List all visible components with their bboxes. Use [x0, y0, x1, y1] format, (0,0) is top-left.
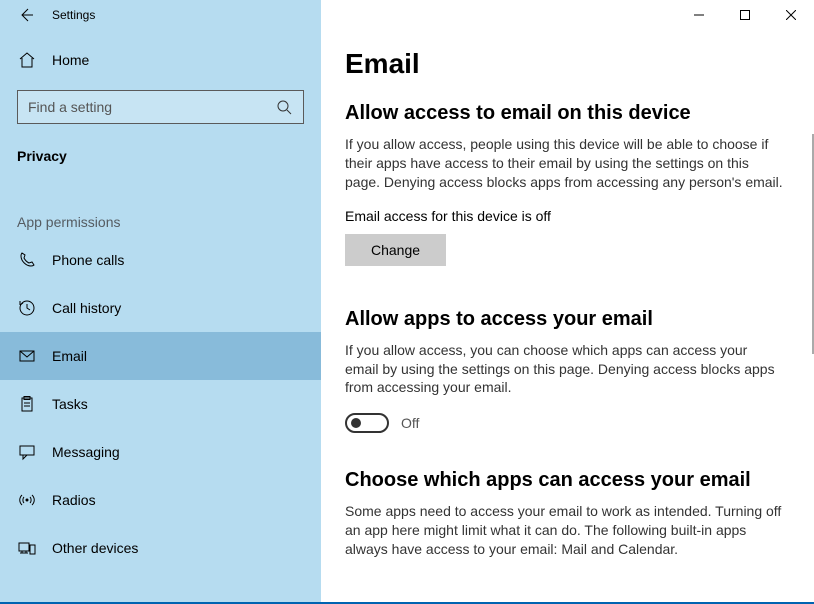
- devices-icon: [18, 539, 36, 557]
- window-title: Settings: [52, 8, 95, 22]
- radio-icon: [18, 491, 36, 509]
- sidebar-item-phone-calls[interactable]: Phone calls: [0, 236, 321, 284]
- search-input[interactable]: [28, 99, 275, 115]
- sidebar-item-tasks[interactable]: Tasks: [0, 380, 321, 428]
- sidebar-category[interactable]: Privacy: [0, 134, 321, 172]
- sidebar-section-label: App permissions: [0, 172, 321, 236]
- change-button[interactable]: Change: [345, 234, 446, 266]
- mail-icon: [18, 347, 36, 365]
- message-icon: [18, 443, 36, 461]
- section2-desc: If you allow access, you can choose whic…: [345, 341, 784, 398]
- sidebar-item-label: Other devices: [52, 540, 138, 556]
- history-icon: [18, 299, 36, 317]
- device-access-status: Email access for this device is off: [345, 208, 784, 224]
- sidebar-item-label: Radios: [52, 492, 96, 508]
- content-pane: Email Allow access to email on this devi…: [321, 30, 814, 602]
- close-button[interactable]: [768, 0, 814, 30]
- section3-desc: Some apps need to access your email to w…: [345, 502, 784, 559]
- sidebar-item-label: Email: [52, 348, 87, 364]
- phone-icon: [18, 251, 36, 269]
- search-box[interactable]: [17, 90, 304, 124]
- sidebar-item-label: Messaging: [52, 444, 120, 460]
- tasks-icon: [18, 395, 36, 413]
- sidebar-item-other-devices[interactable]: Other devices: [0, 524, 321, 572]
- search-icon: [275, 98, 293, 116]
- toggle-state-label: Off: [401, 415, 419, 431]
- sidebar-item-call-history[interactable]: Call history: [0, 284, 321, 332]
- maximize-button[interactable]: [722, 0, 768, 30]
- sidebar-home-label: Home: [52, 52, 89, 68]
- sidebar-item-label: Call history: [52, 300, 121, 316]
- sidebar-home[interactable]: Home: [0, 36, 321, 84]
- sidebar-item-messaging[interactable]: Messaging: [0, 428, 321, 476]
- sidebar-item-radios[interactable]: Radios: [0, 476, 321, 524]
- page-title: Email: [345, 48, 784, 80]
- sidebar: Home Privacy App permissions Phone calls: [0, 30, 321, 602]
- back-button[interactable]: [18, 7, 34, 23]
- home-icon: [18, 51, 36, 69]
- section1-desc: If you allow access, people using this d…: [345, 135, 784, 192]
- titlebar: Settings: [0, 0, 814, 30]
- sidebar-item-email[interactable]: Email: [0, 332, 321, 380]
- section2-heading: Allow apps to access your email: [345, 308, 784, 331]
- sidebar-item-label: Tasks: [52, 396, 88, 412]
- section1-heading: Allow access to email on this device: [345, 102, 784, 125]
- sidebar-item-label: Phone calls: [52, 252, 124, 268]
- section3-heading: Choose which apps can access your email: [345, 469, 784, 492]
- toggle-knob: [351, 418, 361, 428]
- minimize-button[interactable]: [676, 0, 722, 30]
- apps-access-toggle[interactable]: [345, 413, 389, 433]
